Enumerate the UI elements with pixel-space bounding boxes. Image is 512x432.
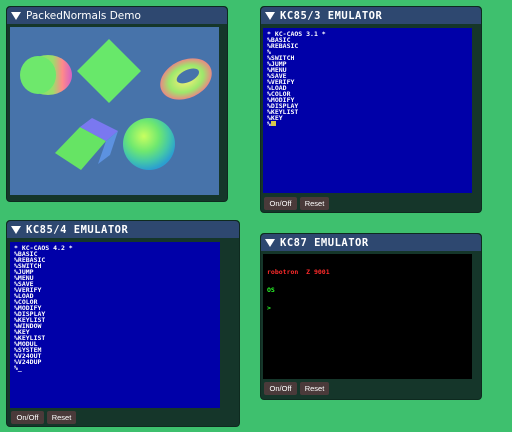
cursor-icon — [270, 121, 276, 126]
window-title: KC85/4 EMULATOR — [26, 223, 129, 236]
kc85-3-titlebar[interactable]: KC85/3 EMULATOR — [261, 7, 481, 24]
kc85-3-screen[interactable]: * KC-CAOS 3.1 * %BASIC %REBASIC% %SWITCH %JU… — [263, 28, 472, 193]
onoff-button[interactable]: On/Off — [264, 382, 297, 395]
collapse-triangle-icon[interactable] — [11, 11, 21, 20]
torus-shape — [160, 58, 212, 100]
prompt-line: > — [267, 304, 271, 312]
collapse-triangle-icon[interactable] — [265, 11, 275, 20]
banner-line: robotron Z 9001 — [267, 268, 330, 276]
sphere-shape — [123, 118, 175, 170]
kc87-titlebar[interactable]: KC87 EMULATOR — [261, 234, 481, 251]
kc85-4-screen[interactable]: * KC-CAOS 4.2 * %BASIC %REBASIC %SWITCH %JUM… — [10, 242, 220, 408]
collapse-triangle-icon[interactable] — [11, 225, 21, 234]
collapse-triangle-icon[interactable] — [265, 238, 275, 247]
kc85-4-titlebar[interactable]: KC85/4 EMULATOR — [7, 221, 239, 238]
terminal-line: % — [267, 121, 468, 127]
onoff-button[interactable]: On/Off — [264, 197, 297, 210]
cube-shape — [55, 118, 118, 170]
window-title: KC85/3 EMULATOR — [280, 9, 383, 22]
reset-button[interactable]: Reset — [300, 382, 329, 395]
reset-button[interactable]: Reset — [300, 197, 329, 210]
diamond-shape — [77, 39, 141, 103]
scene-graphics — [20, 39, 212, 170]
packed-normals-titlebar[interactable]: PackedNormals Demo — [7, 7, 227, 24]
render-canvas[interactable] — [10, 27, 219, 195]
window-title: PackedNormals Demo — [26, 9, 141, 22]
reset-button[interactable]: Reset — [47, 411, 76, 424]
terminal-line: %_ — [14, 364, 22, 372]
onoff-button[interactable]: On/Off — [11, 411, 44, 424]
window-title: KC87 EMULATOR — [280, 236, 369, 249]
os-line: OS — [267, 286, 275, 294]
kc87-screen[interactable]: robotron Z 9001 OS > — [263, 254, 472, 379]
cylinder-shape — [20, 55, 72, 95]
